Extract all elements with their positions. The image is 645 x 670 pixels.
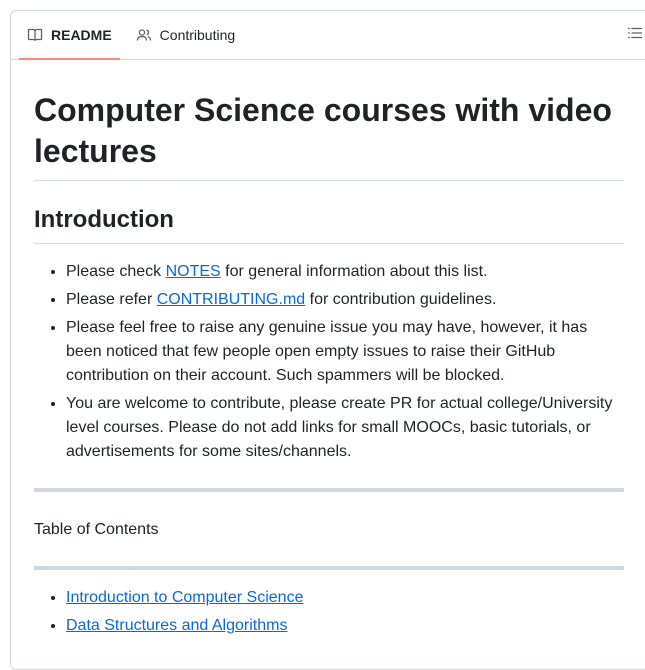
list-item: Please refer CONTRIBUTING.md for contrib… xyxy=(66,288,624,312)
toc-link-dsa[interactable]: Data Structures and Algorithms xyxy=(66,617,287,634)
list-item: Please check NOTES for general informati… xyxy=(66,260,624,284)
tab-readme-label: README xyxy=(51,27,112,43)
tab-readme[interactable]: README xyxy=(19,11,120,60)
divider xyxy=(34,566,624,570)
list-item: You are welcome to contribute, please cr… xyxy=(66,392,624,464)
list-item-text: for general information about this list. xyxy=(220,263,488,280)
outline-button[interactable] xyxy=(625,25,645,45)
list-item: Data Structures and Algorithms xyxy=(66,614,624,638)
intro-heading: Introduction xyxy=(34,205,624,244)
toc-link-intro-cs[interactable]: Introduction to Computer Science xyxy=(66,589,303,606)
tab-contributing-label: Contributing xyxy=(159,27,236,43)
readme-content: Computer Science courses with video lect… xyxy=(34,60,624,638)
divider xyxy=(34,488,624,492)
list-item-text: for contribution guidelines. xyxy=(305,291,497,308)
list-item: Please feel free to raise any genuine is… xyxy=(66,316,624,388)
contributing-link[interactable]: CONTRIBUTING.md xyxy=(157,291,305,308)
intro-list: Please check NOTES for general informati… xyxy=(34,260,624,464)
list-item: Introduction to Computer Science xyxy=(66,586,624,610)
readme-tabbar: README Contributing xyxy=(11,11,645,60)
list-item-text: Please refer xyxy=(66,291,157,308)
notes-link[interactable]: NOTES xyxy=(166,263,221,280)
book-icon xyxy=(27,27,43,43)
people-icon xyxy=(136,27,152,43)
page-title: Computer Science courses with video lect… xyxy=(34,90,624,181)
toc-label: Table of Contents xyxy=(34,521,159,538)
list-icon xyxy=(627,25,643,46)
readme-panel: README Contributing Computer Science cou… xyxy=(10,10,645,670)
toc-list: Introduction to Computer Science Data St… xyxy=(34,586,624,638)
list-item-text: Please check xyxy=(66,263,166,280)
tab-contributing[interactable]: Contributing xyxy=(128,11,244,59)
